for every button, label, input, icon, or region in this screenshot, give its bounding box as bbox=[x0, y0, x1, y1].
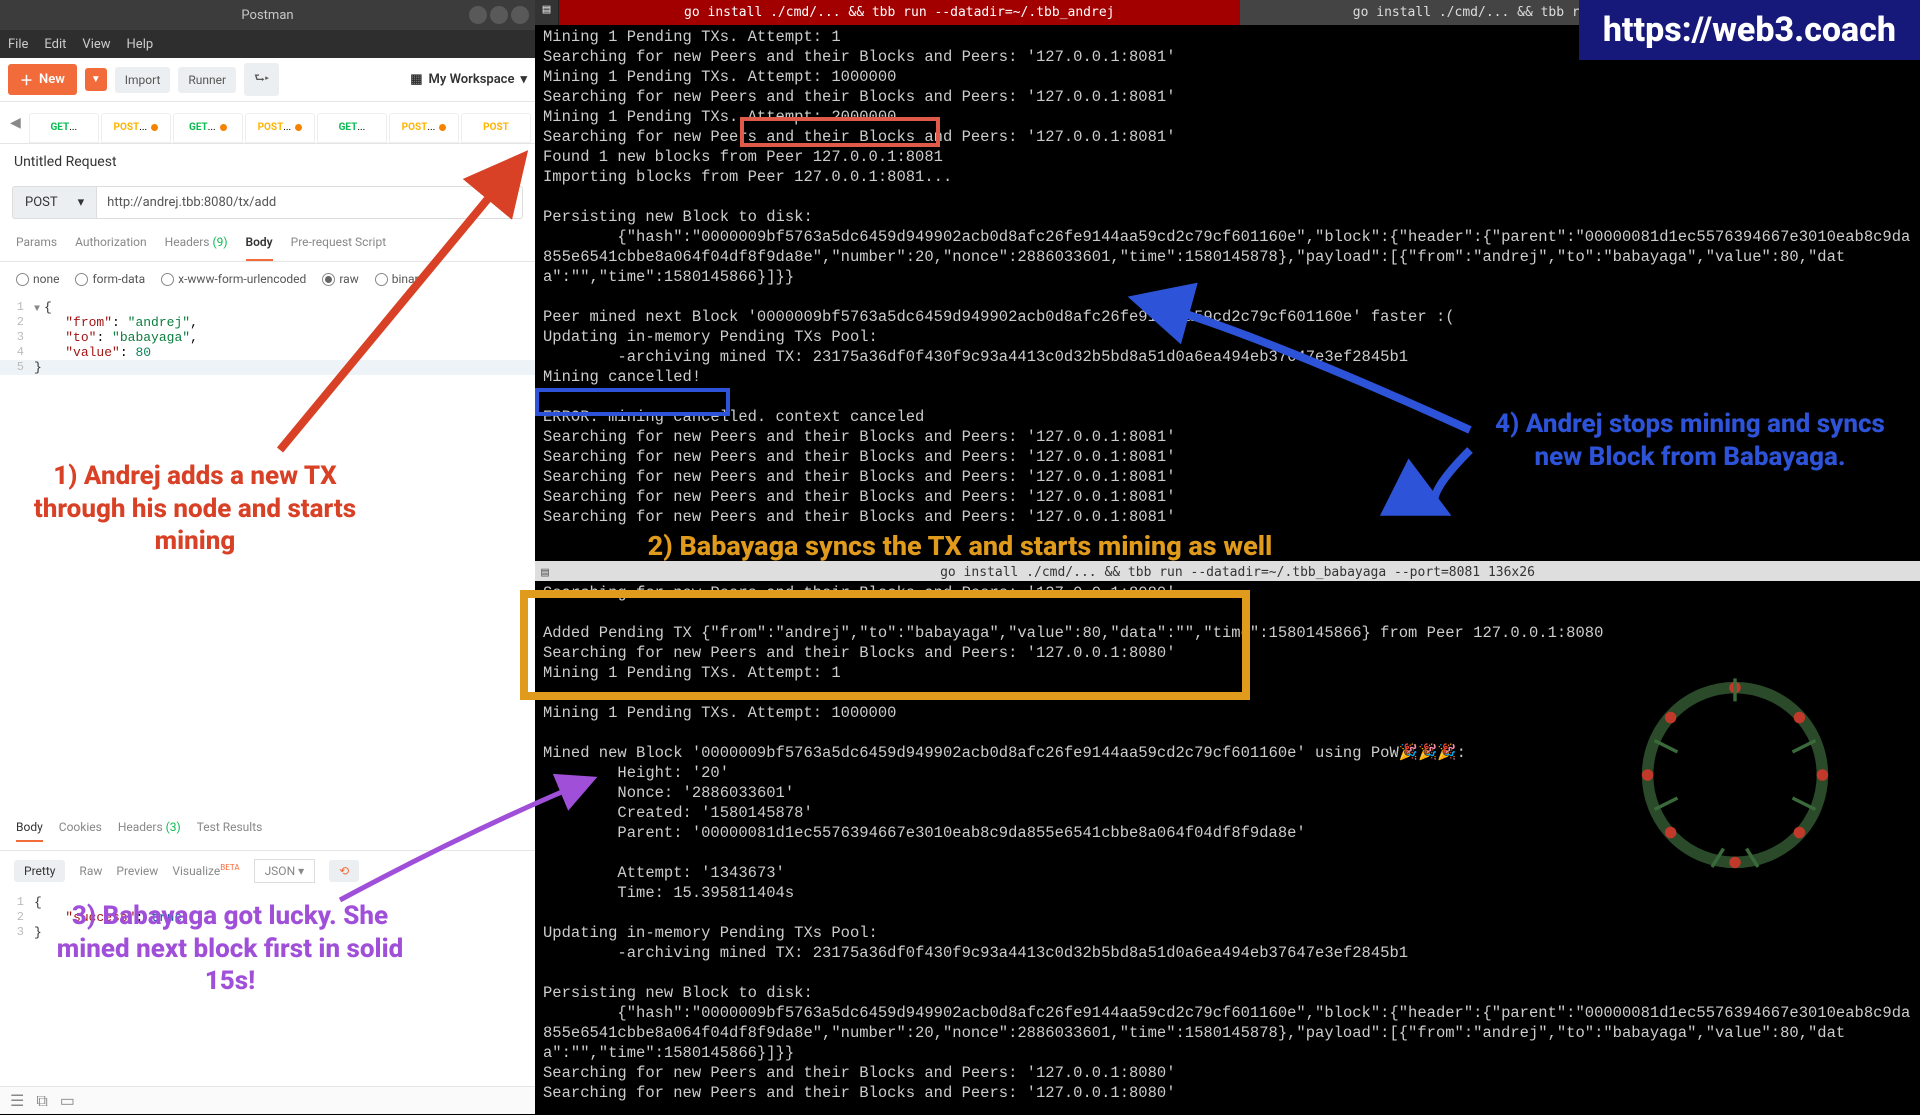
tab-list-icon[interactable]: ▤ bbox=[535, 563, 555, 583]
tab-headers[interactable]: Headers (9) bbox=[165, 235, 228, 261]
postman-menubar: File Edit View Help bbox=[0, 30, 535, 58]
request-tab[interactable]: GET... bbox=[173, 113, 243, 143]
request-tab[interactable]: POST bbox=[461, 113, 531, 143]
tab-prereq[interactable]: Pre-request Script bbox=[291, 235, 386, 261]
tab-authorization[interactable]: Authorization bbox=[75, 235, 147, 261]
menu-view[interactable]: View bbox=[82, 37, 110, 52]
wrap-icon[interactable]: ⟲ bbox=[329, 860, 359, 882]
radio-urlencoded[interactable]: x-www-form-urlencoded bbox=[161, 272, 306, 286]
response-panel: Body Cookies Headers (3) Test Results Pr… bbox=[0, 812, 535, 1084]
resp-tab-body[interactable]: Body bbox=[16, 820, 43, 842]
highlight-attempt bbox=[740, 117, 940, 147]
terminal-tab-active[interactable]: go install ./cmd/... && tbb run --datadi… bbox=[559, 0, 1240, 25]
url-input[interactable]: http://andrej.tbb:8080/tx/add bbox=[97, 186, 523, 219]
tab-body[interactable]: Body bbox=[246, 235, 273, 261]
request-tabs-row: ◀ GET... POST... GET... POST... GET... P… bbox=[0, 102, 535, 144]
workspace-selector[interactable]: ▦My Workspace▾ bbox=[410, 72, 527, 87]
response-body[interactable]: 1{ 2 "success": true 3} bbox=[0, 891, 535, 944]
terminal-title: ▤ go install ./cmd/... && tbb run --data… bbox=[535, 561, 1920, 581]
max-icon[interactable] bbox=[490, 6, 508, 24]
highlight-added-pending bbox=[520, 590, 1250, 700]
resp-tab-headers[interactable]: Headers (3) bbox=[118, 820, 181, 842]
radio-none[interactable]: none bbox=[16, 272, 59, 286]
radio-form-data[interactable]: form-data bbox=[75, 272, 145, 286]
menu-file[interactable]: File bbox=[8, 37, 28, 52]
view-raw[interactable]: Raw bbox=[79, 864, 102, 878]
request-tab[interactable]: POST... bbox=[101, 113, 171, 143]
body-type-row: none form-data x-www-form-urlencoded raw… bbox=[0, 262, 535, 296]
wreath-decoration bbox=[1620, 660, 1850, 890]
format-select[interactable]: JSON ▾ bbox=[254, 859, 316, 883]
request-tab[interactable]: GET... bbox=[317, 113, 387, 143]
highlight-mining-cancelled bbox=[535, 388, 730, 416]
postman-toolbar: ＋New ▼ Import Runner ⮑▸ ▦My Workspace▾ bbox=[0, 58, 535, 102]
tabs-prev[interactable]: ◀ bbox=[4, 115, 27, 131]
chevron-down-icon: ▾ bbox=[520, 72, 527, 87]
tab-params[interactable]: Params bbox=[16, 235, 57, 261]
menu-edit[interactable]: Edit bbox=[44, 37, 66, 52]
sidebar-toggle-icon[interactable]: ☰ bbox=[10, 1091, 24, 1110]
view-visualize[interactable]: VisualizeBETA bbox=[172, 864, 239, 878]
request-body-editor[interactable]: 1▼{ 2 "from": "andrej", 3 "to": "babayag… bbox=[0, 296, 535, 379]
chevron-down-icon: ▾ bbox=[78, 195, 85, 210]
request-tab[interactable]: GET... bbox=[29, 113, 99, 143]
view-preview[interactable]: Preview bbox=[116, 864, 158, 878]
new-dropdown[interactable]: ▼ bbox=[85, 68, 107, 91]
postman-footer: ☰ ⧉ ▭ bbox=[0, 1086, 535, 1114]
resp-tab-tests[interactable]: Test Results bbox=[197, 820, 263, 842]
min-icon[interactable] bbox=[469, 6, 487, 24]
radio-raw[interactable]: raw bbox=[322, 272, 358, 286]
method-select[interactable]: POST▾ bbox=[12, 186, 97, 219]
terminal-andrej[interactable]: ▤ go install ./cmd/... && tbb run --data… bbox=[535, 0, 1920, 560]
request-tab[interactable]: POST... bbox=[245, 113, 315, 143]
terminal-output: Mining 1 Pending TXs. Attempt: 1 Searchi… bbox=[543, 27, 1912, 527]
postman-title: Postman bbox=[241, 8, 293, 23]
find-icon[interactable]: ▭ bbox=[60, 1091, 75, 1110]
url-badge: https://web3.coach bbox=[1579, 0, 1920, 60]
runner-button[interactable]: Runner bbox=[178, 67, 236, 93]
import-button[interactable]: Import bbox=[115, 67, 171, 93]
request-subtabs: Params Authorization Headers (9) Body Pr… bbox=[0, 225, 535, 262]
console-icon[interactable]: ⧉ bbox=[36, 1091, 47, 1111]
grid-icon: ▦ bbox=[410, 72, 422, 87]
url-row: POST▾ http://andrej.tbb:8080/tx/add bbox=[0, 180, 535, 225]
capture-button[interactable]: ⮑▸ bbox=[244, 63, 279, 96]
radio-binary[interactable]: binary bbox=[375, 272, 425, 286]
tab-list-icon[interactable]: ▤ bbox=[535, 0, 559, 25]
view-pretty[interactable]: Pretty bbox=[14, 860, 65, 882]
request-tab[interactable]: POST... bbox=[389, 113, 459, 143]
new-button[interactable]: ＋New bbox=[8, 64, 77, 95]
postman-titlebar: Postman bbox=[0, 0, 535, 30]
resp-tab-cookies[interactable]: Cookies bbox=[59, 820, 102, 842]
request-title: Untitled Request bbox=[0, 144, 535, 180]
plus-icon: ＋ bbox=[20, 70, 33, 89]
menu-help[interactable]: Help bbox=[127, 37, 154, 52]
postman-window: Postman File Edit View Help ＋New ▼ Impor… bbox=[0, 0, 535, 1114]
close-icon[interactable] bbox=[511, 6, 529, 24]
